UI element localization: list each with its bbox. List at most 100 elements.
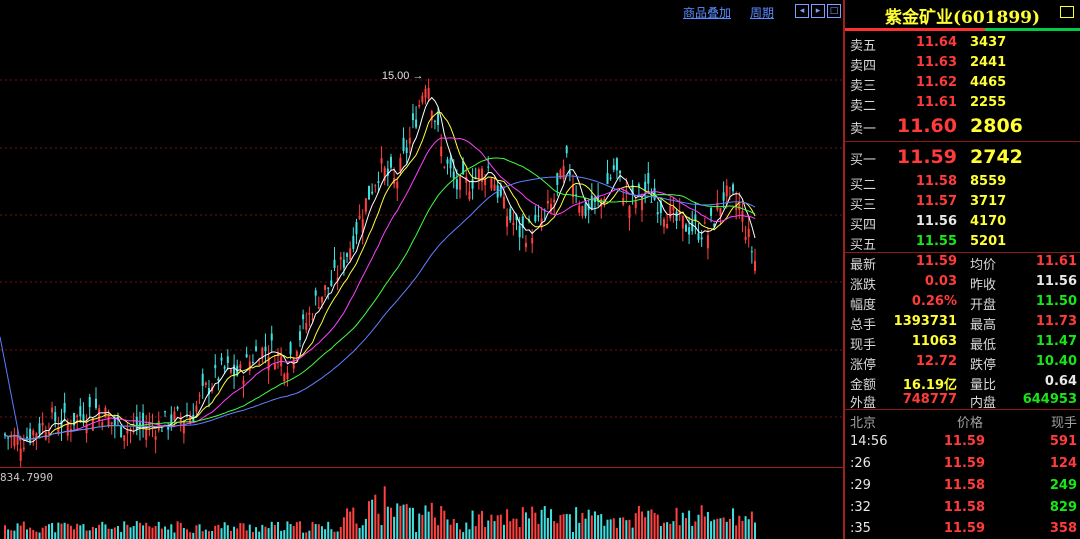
prev-arrow-icon[interactable]: ◂ [795, 4, 809, 18]
buy-level-3[interactable]: 买三 11.57 3717 [845, 192, 1080, 213]
volume-bar [553, 521, 556, 539]
tick-row: :35 11.59 358 [845, 518, 1080, 539]
volume-bar [644, 517, 647, 539]
tick-price: 11.58 [943, 478, 985, 493]
candle-body [427, 87, 430, 99]
volume-bar [57, 522, 60, 539]
candle-body [684, 224, 687, 232]
candle-body [374, 185, 377, 187]
volume-bar [628, 519, 631, 539]
volume-bar [565, 514, 568, 539]
level-price: 11.59 [896, 146, 957, 168]
volume-bar [405, 504, 408, 539]
candle-body [248, 361, 251, 371]
volume-bar [421, 514, 424, 539]
candle-body [650, 201, 653, 203]
candle-body [437, 112, 440, 126]
volume-chart[interactable] [0, 484, 843, 539]
next-arrow-icon[interactable]: ▸ [811, 4, 825, 18]
candle-body [226, 356, 229, 364]
volume-bar [151, 527, 154, 539]
candle-body [380, 158, 383, 164]
ticks-header-price: 价格 [957, 416, 984, 431]
volume-bar [528, 518, 531, 539]
candle-body [110, 421, 113, 425]
volume-bar [722, 517, 725, 539]
ticks-header: 北京 价格 现手 [845, 409, 1080, 431]
buy-level-2[interactable]: 买二 11.58 8559 [845, 172, 1080, 193]
candle-body [223, 366, 226, 369]
stat-label: 涨跌 [850, 278, 877, 293]
price-chart[interactable]: 15.00 → [0, 22, 843, 467]
candle-body [502, 196, 505, 209]
candle-body [41, 422, 44, 426]
tick-row: 14:56 11.59 591 [845, 431, 1080, 453]
candle-body [534, 214, 537, 222]
candle-body [474, 176, 477, 178]
level-qty: 2806 [970, 115, 1023, 137]
overlay-link[interactable]: 商品叠加 [683, 4, 731, 21]
volume-bar [550, 509, 553, 539]
volume-bar [719, 518, 722, 539]
volume-bar [559, 515, 562, 539]
candle-body [408, 137, 411, 144]
volume-bar [562, 514, 565, 539]
volume-bar [289, 524, 292, 539]
volume-bar [371, 499, 374, 539]
volume-bar [449, 524, 452, 539]
candle-body [459, 176, 462, 190]
ticks-header-volume: 现手 [1050, 416, 1077, 431]
volume-bar [578, 522, 581, 539]
candle-body [308, 312, 311, 315]
zoom-icon[interactable]: □ [827, 4, 841, 18]
window-icon[interactable] [1060, 6, 1074, 18]
level-label: 买二 [850, 178, 877, 193]
sell-level-5[interactable]: 卖五 11.64 3437 [845, 33, 1080, 54]
sell-level-1[interactable]: 卖一 11.60 2806 [845, 115, 1080, 137]
stat-value: 0.26% [911, 294, 957, 309]
candle-body [628, 206, 631, 219]
candle-body [484, 179, 487, 186]
volume-bar [120, 532, 123, 539]
candle-body [531, 237, 534, 244]
candle-body [675, 211, 678, 221]
volume-bar [509, 521, 512, 539]
level-qty: 3437 [970, 35, 1007, 50]
level-qty: 3717 [970, 194, 1007, 209]
level-label: 买五 [850, 238, 877, 253]
buy-level-1[interactable]: 买一 11.59 2742 [845, 146, 1080, 168]
sell-level-3[interactable]: 卖三 11.62 4465 [845, 73, 1080, 94]
level-qty: 2255 [970, 95, 1007, 110]
stat-label: 最低 [970, 338, 997, 353]
volume-bar [110, 528, 113, 539]
volume-bar [669, 523, 672, 539]
volume-bar [267, 528, 270, 539]
sell-level-4[interactable]: 卖四 11.63 2441 [845, 53, 1080, 74]
kline-chart-area[interactable]: 商品叠加 周期 ◂ ▸ □ 15.00 → 834.7990 [0, 0, 845, 539]
candle-body [568, 171, 571, 175]
volume-bar [346, 508, 349, 539]
level-qty: 5201 [970, 234, 1007, 249]
period-link[interactable]: 周期 [750, 4, 774, 21]
volume-bar [415, 532, 418, 539]
volume-bar [543, 506, 546, 539]
level-label: 买四 [850, 218, 877, 233]
candle-body [142, 412, 145, 427]
candle-body [672, 206, 675, 211]
level-qty: 2441 [970, 55, 1007, 70]
volume-bar [236, 528, 239, 539]
buy-level-4[interactable]: 买四 11.56 4170 [845, 212, 1080, 233]
sell-level-2[interactable]: 卖二 11.61 2255 [845, 93, 1080, 114]
candle-body [490, 178, 493, 189]
volume-bar [154, 525, 157, 539]
candle-body [160, 430, 163, 432]
candle-body [681, 215, 684, 229]
candle-body [656, 212, 659, 215]
volume-bar [195, 525, 198, 539]
candle-body [98, 408, 101, 421]
candle-body [145, 428, 148, 440]
buy-level-5[interactable]: 买五 11.55 5201 [845, 232, 1080, 253]
candle-body [562, 165, 565, 179]
stock-title-row: 紫金矿业(601899) [845, 0, 1080, 28]
volume-bar [531, 506, 534, 539]
